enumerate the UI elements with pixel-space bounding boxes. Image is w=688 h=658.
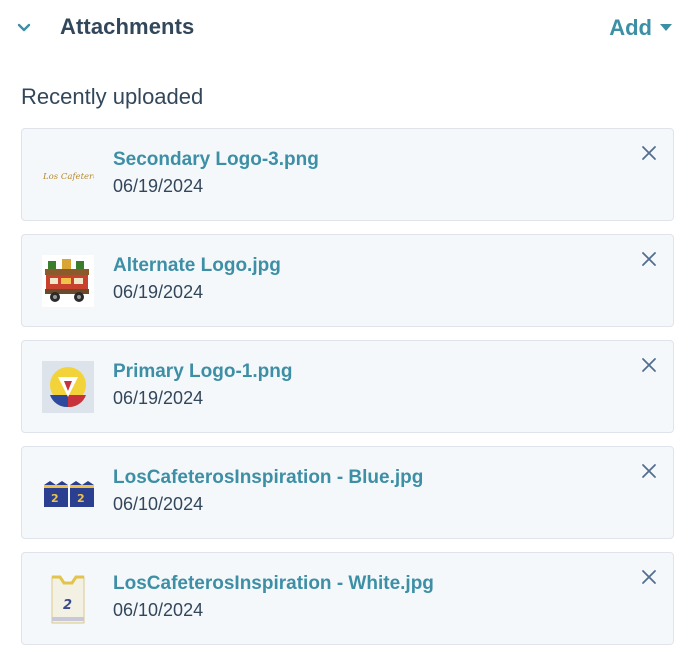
attachment-card: 2 2 LosCafeterosInspiration - Blue.jpg 0… [21,446,674,539]
close-icon[interactable] [641,145,657,161]
attachment-card: 2 LosCafeterosInspiration - White.jpg 06… [21,552,674,645]
white-jersey-icon: 2 [51,575,85,624]
file-date: 06/19/2024 [113,282,204,302]
svg-text:Los Cafeteros: Los Cafeteros [42,172,94,182]
chevron-down-icon[interactable] [14,18,34,38]
file-thumbnail: 2 2 [42,467,94,519]
file-thumbnail: 2 [42,573,94,625]
script-logo-icon: Los Cafeteros [42,172,94,182]
section-title: Attachments [60,14,195,39]
badge-logo-icon [42,361,94,413]
file-name-link[interactable]: Primary Logo-1.png [113,361,292,383]
close-icon[interactable] [641,569,657,585]
attachments-header: Attachments Add [0,0,688,56]
attachment-card: Alternate Logo.jpg 06/19/2024 [21,234,674,327]
file-date: 06/19/2024 [113,388,204,408]
file-thumbnail [42,361,94,413]
file-thumbnail: Los Cafeteros [42,149,94,201]
file-date: 06/19/2024 [113,176,204,196]
file-name-link[interactable]: LosCafeterosInspiration - White.jpg [113,573,434,595]
recently-uploaded-label: Recently uploaded [21,84,204,109]
caret-down-icon [660,24,672,31]
truck-logo-icon [42,255,94,307]
attachment-card: Primary Logo-1.png 06/19/2024 [21,340,674,433]
file-thumbnail [42,255,94,307]
close-icon[interactable] [641,357,657,373]
file-name-link[interactable]: Alternate Logo.jpg [113,255,281,277]
attachment-card: Los Cafeteros Secondary Logo-3.png 06/19… [21,128,674,221]
svg-text:2: 2 [51,492,59,505]
close-icon[interactable] [641,251,657,267]
file-date: 06/10/2024 [113,494,204,514]
add-button[interactable]: Add [609,14,672,42]
svg-text:2: 2 [77,492,85,505]
file-name-link[interactable]: LosCafeterosInspiration - Blue.jpg [113,467,423,489]
file-name-link[interactable]: Secondary Logo-3.png [113,149,319,171]
attachments-list: Los Cafeteros Secondary Logo-3.png 06/19… [21,128,674,658]
close-icon[interactable] [641,463,657,479]
blue-jerseys-icon: 2 2 [44,481,94,507]
svg-text:2: 2 [63,598,72,613]
add-button-label: Add [609,15,652,40]
file-date: 06/10/2024 [113,600,204,620]
